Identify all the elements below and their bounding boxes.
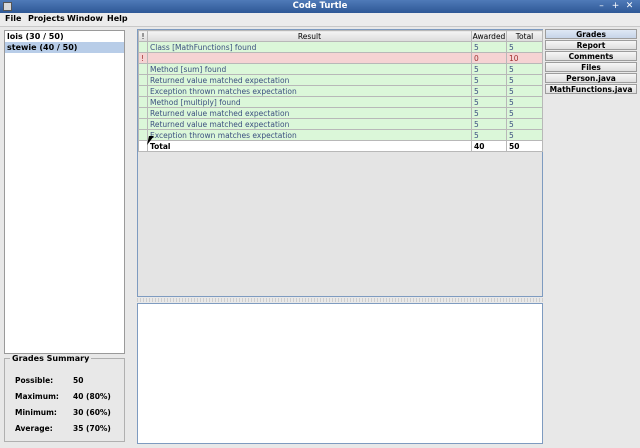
- menu-file[interactable]: File: [5, 14, 21, 23]
- tab-files[interactable]: Files: [545, 62, 637, 72]
- summary-value-minimum: 30 (60%): [73, 408, 111, 417]
- table-row[interactable]: Method [multiply] found 5 5: [138, 96, 543, 108]
- close-button[interactable]: ✕: [624, 1, 635, 12]
- summary-value-average: 35 (70%): [73, 424, 111, 433]
- grades-summary-panel: Grades Summary Possible: 50 Maximum: 40 …: [4, 354, 125, 442]
- row-total: 5: [506, 85, 543, 97]
- summary-label-possible: Possible:: [15, 376, 54, 385]
- table-row[interactable]: Exception thrown matches expectation 5 5: [138, 129, 543, 141]
- tab-comments[interactable]: Comments: [545, 51, 637, 61]
- split-pane-divider[interactable]: [137, 298, 543, 302]
- row-result: Class [MathFunctions] found: [147, 41, 472, 53]
- row-flag: [138, 140, 148, 152]
- menu-window[interactable]: Window: [67, 14, 103, 23]
- row-flag: [138, 107, 148, 119]
- row-awarded: 5: [471, 74, 507, 86]
- row-result: Total: [147, 140, 472, 152]
- row-total: 5: [506, 96, 543, 108]
- row-awarded: 5: [471, 107, 507, 119]
- window-title: Code Turtle: [292, 1, 348, 11]
- row-awarded: 0: [471, 52, 507, 64]
- row-flag: [138, 118, 148, 130]
- row-flag: [138, 63, 148, 75]
- row-total: 5: [506, 74, 543, 86]
- row-total: 50: [506, 140, 543, 152]
- menu-bar: File Projects Window Help: [0, 13, 640, 27]
- row-flag: !: [138, 52, 148, 64]
- grades-summary-title: Grades Summary: [10, 354, 92, 363]
- results-panel[interactable]: ! Result Awarded Total Class [MathFuncti…: [137, 29, 543, 297]
- summary-value-possible: 50: [73, 376, 84, 385]
- row-flag: [138, 96, 148, 108]
- total-row[interactable]: Total 40 50: [138, 140, 543, 152]
- tab-grades[interactable]: Grades: [545, 29, 637, 39]
- table-row[interactable]: ! 0 10: [138, 52, 543, 64]
- row-awarded: 5: [471, 118, 507, 130]
- student-item-lois[interactable]: lois (30 / 50): [5, 31, 124, 42]
- row-flag: [138, 129, 148, 141]
- row-flag: [138, 41, 148, 53]
- row-awarded: 5: [471, 63, 507, 75]
- row-awarded: 5: [471, 96, 507, 108]
- maximize-button[interactable]: +: [610, 1, 621, 12]
- header-total[interactable]: Total: [506, 30, 543, 42]
- row-result: Returned value matched expectation: [147, 118, 472, 130]
- row-total: 5: [506, 129, 543, 141]
- row-awarded: 5: [471, 85, 507, 97]
- row-awarded: 5: [471, 129, 507, 141]
- student-list[interactable]: lois (30 / 50) stewie (40 / 50): [4, 30, 125, 354]
- window-titlebar[interactable]: Code Turtle – + ✕: [0, 0, 640, 13]
- menu-help[interactable]: Help: [107, 14, 128, 23]
- row-total: 5: [506, 41, 543, 53]
- row-result: Returned value matched expectation: [147, 107, 472, 119]
- row-result: Returned value matched expectation: [147, 74, 472, 86]
- table-row[interactable]: Exception thrown matches expectation 5 5: [138, 85, 543, 97]
- tab-mathfunctions-java[interactable]: MathFunctions.java: [545, 84, 637, 94]
- minimize-button[interactable]: –: [596, 1, 607, 12]
- row-awarded: 5: [471, 41, 507, 53]
- row-total: 5: [506, 107, 543, 119]
- row-flag: [138, 85, 148, 97]
- row-result: Exception thrown matches expectation: [147, 85, 472, 97]
- tab-person-java[interactable]: Person.java: [545, 73, 637, 83]
- header-awarded[interactable]: Awarded: [471, 30, 507, 42]
- details-panel[interactable]: [137, 303, 543, 444]
- summary-label-minimum: Minimum:: [15, 408, 57, 417]
- row-total: 5: [506, 118, 543, 130]
- table-row[interactable]: Returned value matched expectation 5 5: [138, 74, 543, 86]
- results-header-row: ! Result Awarded Total: [138, 30, 543, 42]
- student-item-stewie[interactable]: stewie (40 / 50): [5, 42, 124, 53]
- summary-value-maximum: 40 (80%): [73, 392, 111, 401]
- menu-projects[interactable]: Projects: [28, 14, 65, 23]
- results-table[interactable]: ! Result Awarded Total Class [MathFuncti…: [138, 30, 543, 152]
- tab-report[interactable]: Report: [545, 40, 637, 50]
- table-row[interactable]: Returned value matched expectation 5 5: [138, 107, 543, 119]
- row-total: 5: [506, 63, 543, 75]
- row-result: Method [sum] found: [147, 63, 472, 75]
- table-row[interactable]: Returned value matched expectation 5 5: [138, 118, 543, 130]
- row-result: Method [multiply] found: [147, 96, 472, 108]
- table-row[interactable]: Method [sum] found 5 5: [138, 63, 543, 75]
- header-result[interactable]: Result: [147, 30, 472, 42]
- row-flag: [138, 74, 148, 86]
- row-awarded: 40: [471, 140, 507, 152]
- row-result: [147, 52, 472, 64]
- summary-label-maximum: Maximum:: [15, 392, 59, 401]
- row-result: Exception thrown matches expectation: [147, 129, 472, 141]
- side-tab-bar: Grades Report Comments Files Person.java…: [545, 29, 637, 95]
- table-row[interactable]: Class [MathFunctions] found 5 5: [138, 41, 543, 53]
- row-total: 10: [506, 52, 543, 64]
- header-flag[interactable]: !: [138, 30, 148, 42]
- summary-label-average: Average:: [15, 424, 53, 433]
